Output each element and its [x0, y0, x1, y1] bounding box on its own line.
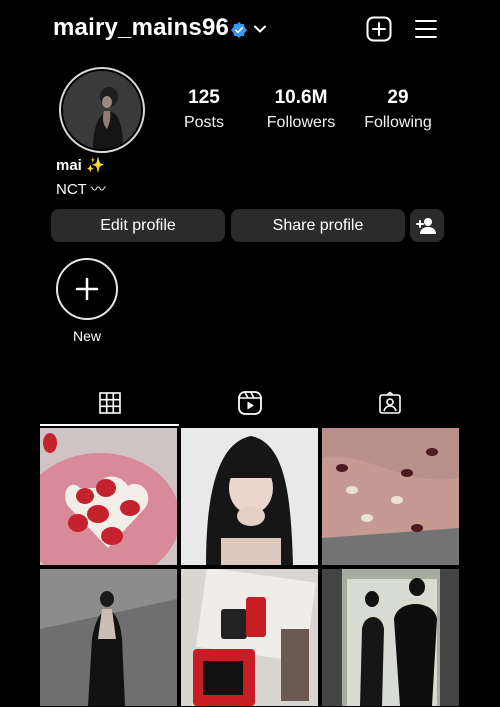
edit-profile-button[interactable]: Edit profile	[51, 209, 225, 242]
stat-posts[interactable]: 125 Posts	[178, 86, 230, 132]
posts-count: 125	[188, 87, 220, 108]
verified-badge-icon	[231, 22, 247, 38]
post-thumbnail[interactable]	[40, 569, 177, 706]
new-highlight-button[interactable]	[56, 258, 118, 320]
avatar-image	[63, 71, 141, 149]
edit-profile-label: Edit profile	[100, 216, 176, 234]
tab-tagged[interactable]	[320, 380, 460, 426]
following-count: 29	[387, 87, 409, 108]
discover-people-button[interactable]	[410, 209, 444, 242]
new-highlight-label: New	[72, 328, 101, 344]
profile-header: mairy_mains96	[0, 0, 500, 60]
profile-avatar[interactable]	[59, 67, 145, 153]
share-profile-label: Share profile	[272, 216, 364, 234]
post-thumbnail[interactable]	[322, 428, 459, 565]
share-profile-button[interactable]: Share profile	[231, 209, 405, 242]
tagged-icon	[379, 391, 401, 414]
reels-icon	[238, 391, 262, 415]
stat-followers[interactable]: 10.6M Followers	[262, 86, 340, 132]
username[interactable]: mairy_mains96	[53, 14, 229, 42]
menu-icon[interactable]	[414, 18, 438, 40]
active-tab-indicator	[40, 424, 179, 426]
bio-text: NCT 〰	[56, 181, 106, 198]
bio-display-name: mai ✨	[56, 157, 105, 174]
plus-icon	[75, 277, 99, 301]
chevron-down-icon[interactable]	[253, 22, 267, 36]
post-thumbnail[interactable]	[322, 569, 459, 706]
tab-reels[interactable]	[180, 380, 320, 426]
tab-posts-grid[interactable]	[40, 380, 180, 426]
stat-following[interactable]: 29 Following	[360, 86, 436, 132]
following-label: Following	[364, 114, 432, 131]
add-person-icon	[416, 217, 436, 234]
followers-count: 10.6M	[274, 87, 328, 108]
create-post-icon[interactable]	[366, 16, 392, 42]
grid-icon	[99, 392, 121, 414]
post-thumbnail[interactable]	[40, 428, 177, 565]
posts-label: Posts	[183, 114, 224, 131]
followers-label: Followers	[266, 114, 336, 131]
post-thumbnail[interactable]	[181, 428, 318, 565]
post-thumbnail[interactable]	[181, 569, 318, 706]
profile-tabs	[40, 380, 460, 426]
